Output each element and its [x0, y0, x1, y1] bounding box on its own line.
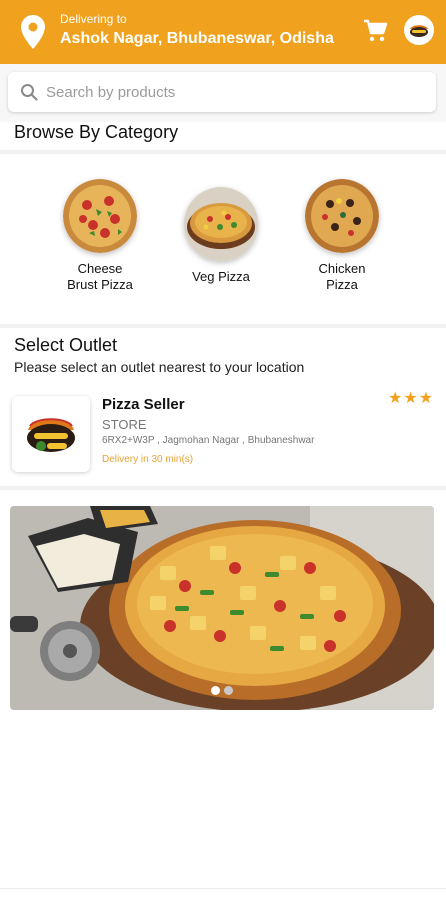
category-item-veg-pizza[interactable]: Veg Pizza: [166, 187, 276, 285]
pizza-logo-icon: [407, 18, 431, 42]
carousel-dot[interactable]: [224, 686, 233, 695]
location-pin-icon[interactable]: [18, 14, 48, 50]
divider: [0, 324, 446, 328]
category-image: [305, 179, 379, 253]
outlet-type: STORE: [102, 417, 147, 432]
divider: [0, 486, 446, 490]
category-label: Chicken Pizza: [318, 261, 366, 292]
divider: [0, 888, 446, 889]
category-label: Veg Pizza: [192, 269, 250, 284]
outlet-card[interactable]: Pizza Seller STORE 6RX2+W3P , Jagmohan N…: [0, 384, 446, 484]
category-item-cheese-burst[interactable]: Cheese Brust Pizza: [45, 179, 155, 293]
divider: [0, 150, 446, 154]
outlet-name: Pizza Seller: [102, 396, 185, 413]
outlet-logo: [12, 396, 90, 472]
delivering-to-label: Delivering to: [60, 12, 127, 26]
carousel-dot-active[interactable]: [211, 686, 220, 695]
cart-icon[interactable]: [362, 18, 388, 44]
category-image: [63, 179, 137, 253]
promo-banner-carousel[interactable]: [10, 506, 434, 710]
select-outlet-title: Select Outlet: [14, 335, 118, 355]
browse-category-title: Browse By Category: [14, 122, 179, 142]
delivery-address[interactable]: Ashok Nagar, Bhubaneswar, Odisha: [60, 30, 334, 48]
carousel-indicator: [10, 682, 434, 700]
profile-avatar[interactable]: [404, 15, 434, 45]
search-section: [0, 64, 446, 122]
pizza-banner-image: [10, 506, 434, 710]
outlet-delivery-time: Delivery in 30 min(s): [102, 454, 194, 465]
category-label: Cheese Brust Pizza: [67, 261, 133, 292]
pizza-seller-logo-icon: [12, 396, 90, 472]
category-item-chicken-pizza[interactable]: Chicken Pizza: [287, 179, 397, 293]
search-input[interactable]: [46, 80, 416, 104]
outlet-address: 6RX2+W3P , Jagmohan Nagar , Bhubaneshwar: [102, 435, 315, 446]
app-header: Delivering to Ashok Nagar, Bhubaneswar, …: [0, 0, 446, 64]
search-icon: [21, 84, 38, 101]
category-image: [184, 187, 258, 261]
select-outlet-subtitle: Please select an outlet nearest to your …: [14, 359, 305, 375]
outlet-rating-stars: ★★★: [388, 390, 435, 407]
search-bar[interactable]: [8, 72, 436, 112]
